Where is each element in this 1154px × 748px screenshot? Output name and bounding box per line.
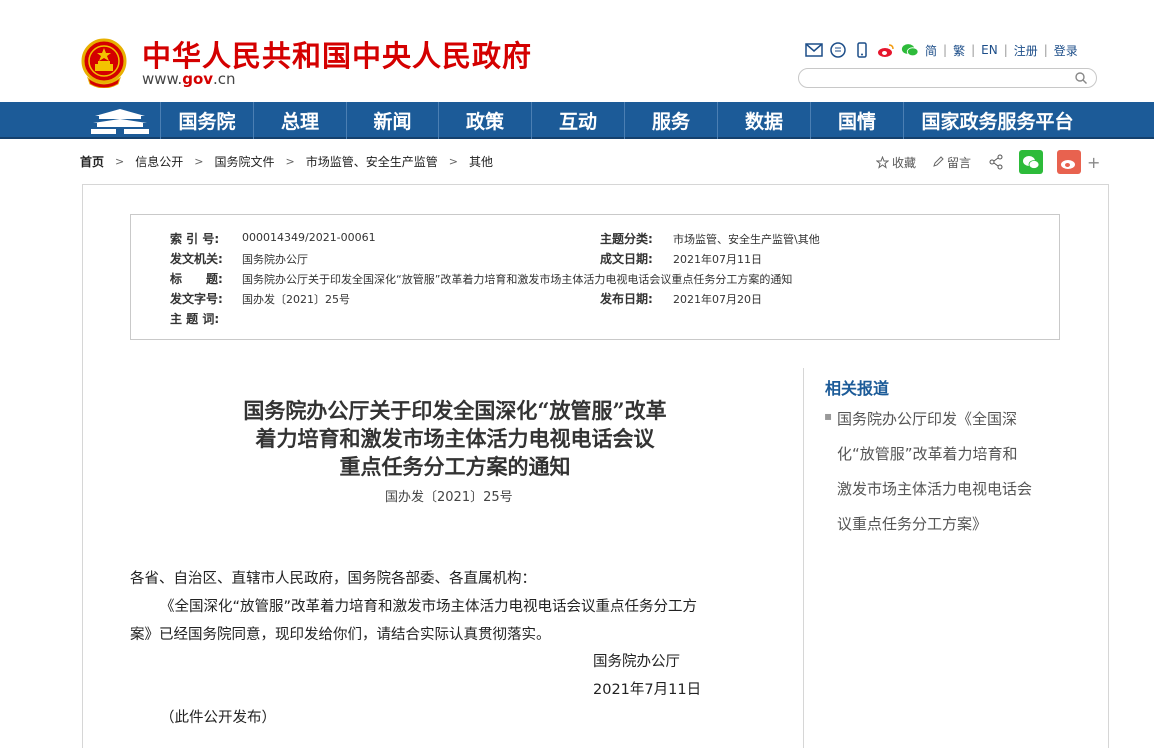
- share-wechat-button[interactable]: [1019, 150, 1044, 174]
- nav-item-premier[interactable]: 总理: [253, 102, 346, 139]
- message-icon[interactable]: [829, 41, 847, 59]
- meta-created-value: 2021年07月11日: [673, 253, 762, 266]
- meta-keywords-label: 主 题 词:: [170, 312, 220, 326]
- more-share-icon[interactable]: +: [1087, 153, 1100, 172]
- meta-index-label: 索 引 号:: [170, 232, 220, 246]
- meta-docno-value: 国办发〔2021〕25号: [242, 293, 350, 306]
- site-title[interactable]: 中华人民共和国中央人民政府: [142, 33, 532, 75]
- chevron-right-icon: >: [115, 154, 125, 168]
- breadcrumb-other[interactable]: 其他: [469, 153, 493, 170]
- comment-button[interactable]: 留言: [932, 154, 971, 171]
- separator: |: [971, 43, 976, 57]
- share-icon: [989, 154, 1003, 170]
- star-icon: [876, 155, 889, 169]
- mail-icon[interactable]: [805, 41, 823, 59]
- nav-item-services[interactable]: 服务: [624, 102, 717, 139]
- login-link[interactable]: 登录: [1054, 42, 1078, 59]
- register-link[interactable]: 注册: [1014, 42, 1038, 59]
- chevron-right-icon: >: [194, 154, 204, 168]
- related-report-link-line: 化“放管服”改革着力培育和: [837, 445, 1018, 463]
- breadcrumb-home[interactable]: 首页: [80, 153, 104, 170]
- meta-published-value: 2021年07月20日: [673, 293, 762, 306]
- meta-topic-label: 主题分类:: [600, 232, 653, 246]
- tiananmen-icon: [91, 108, 149, 134]
- meta-created-label: 成文日期:: [600, 252, 653, 266]
- breadcrumb: 首页 > 信息公开 > 国务院文件 > 市场监管、安全生产监管 > 其他: [80, 152, 493, 170]
- article-doc-number: 国办发〔2021〕25号: [385, 490, 513, 505]
- related-report-link-line: 激发市场主体活力电视电话会: [837, 480, 1033, 498]
- comment-label: 留言: [947, 155, 972, 170]
- nav-home[interactable]: [80, 102, 160, 139]
- meta-published-label: 发布日期:: [600, 292, 653, 306]
- bullet-icon: ▪: [824, 409, 833, 423]
- pencil-icon: [933, 156, 944, 167]
- meta-index-value: 000014349/2021-00061: [242, 231, 376, 244]
- meta-docno-label: 发文字号:: [170, 292, 223, 306]
- sidebar-divider: [803, 368, 804, 748]
- article-title-line: 重点任务分工方案的通知: [339, 454, 571, 479]
- lang-traditional-link[interactable]: 繁: [953, 42, 965, 59]
- nav-item-news[interactable]: 新闻: [346, 102, 438, 139]
- national-emblem-icon[interactable]: [80, 38, 128, 88]
- breadcrumb-info-public[interactable]: 信息公开: [135, 153, 183, 170]
- article-note: （此件公开发布）: [160, 710, 276, 726]
- breadcrumb-market-supervision[interactable]: 市场监管、安全生产监管: [306, 153, 438, 170]
- favorite-button[interactable]: 收藏: [876, 154, 916, 171]
- search-input[interactable]: [809, 70, 1069, 86]
- article-date: 2021年7月11日: [593, 682, 702, 698]
- chevron-right-icon: >: [285, 154, 295, 168]
- separator: |: [943, 43, 948, 57]
- url-gov: gov: [182, 70, 214, 88]
- page-tools: 收藏 留言 +: [876, 149, 1100, 175]
- site-header: 中华人民共和国中央人民政府 www.gov.cn 简 | 繁 | EN | 注册…: [0, 0, 1154, 102]
- meta-issuer-value: 国务院办公厅: [242, 253, 308, 266]
- related-reports-title: 相关报道: [825, 379, 890, 398]
- article-title: 国务院办公厅关于印发全国深化“放管服”改革 着力培育和激发市场主体活力电视电话会…: [185, 397, 725, 481]
- nav-item-state-council[interactable]: 国务院: [160, 102, 253, 139]
- nav-item-data[interactable]: 数据: [717, 102, 810, 139]
- nav-item-service-platform[interactable]: 国家政务服务平台: [903, 102, 1091, 139]
- lang-english-link[interactable]: EN: [981, 43, 998, 57]
- article-salutation: 各省、自治区、直辖市人民政府，国务院各部委、各直属机构：: [130, 571, 536, 587]
- article-title-line: 着力培育和激发市场主体活力电视电话会议: [255, 426, 655, 451]
- nav-items: 国务院 总理 新闻 政策 互动 服务 数据 国情 国家政务服务平台: [160, 102, 1091, 139]
- share-weibo-button[interactable]: [1057, 150, 1082, 174]
- url-prefix: www.: [142, 70, 183, 88]
- separator: |: [1043, 43, 1048, 57]
- search-icon[interactable]: [1074, 71, 1088, 85]
- wechat-icon[interactable]: [901, 41, 919, 59]
- favorite-label: 收藏: [892, 155, 917, 170]
- article-paragraph-line: 《全国深化“放管服”改革着力培育和激发市场主体活力电视电话会议重点任务分工方: [160, 599, 698, 615]
- nav-item-national-info[interactable]: 国情: [810, 102, 903, 139]
- url-suffix: .cn: [213, 70, 236, 88]
- chevron-right-icon: >: [448, 154, 458, 168]
- weibo-icon[interactable]: [877, 41, 895, 59]
- mobile-icon[interactable]: [853, 41, 871, 59]
- nav-item-policy[interactable]: 政策: [438, 102, 531, 139]
- related-report-link-line: 议重点任务分工方案》: [837, 515, 988, 533]
- article-signature: 国务院办公厅: [593, 654, 680, 670]
- meta-title-label: 标 题:: [170, 272, 223, 286]
- meta-topic-value: 市场监管、安全生产监管\其他: [673, 233, 820, 246]
- separator: |: [1003, 43, 1008, 57]
- related-report-link-line: 国务院办公厅印发《全国深: [837, 410, 1018, 428]
- breadcrumb-council-docs[interactable]: 国务院文件: [214, 153, 274, 170]
- wechat-icon: [1023, 155, 1040, 169]
- weibo-icon: [1061, 159, 1076, 169]
- article-paragraph-line: 案》已经国务院同意，现印发给你们，请结合实际认真贯彻落实。: [130, 627, 551, 643]
- nav-item-interaction[interactable]: 互动: [531, 102, 624, 139]
- search-box: [798, 68, 1097, 88]
- share-button[interactable]: [987, 150, 1005, 174]
- meta-issuer-label: 发文机关:: [170, 252, 223, 266]
- top-links: 简 | 繁 | EN | 注册 | 登录: [805, 40, 1078, 60]
- site-url[interactable]: www.gov.cn: [142, 70, 236, 88]
- main-nav: 国务院 总理 新闻 政策 互动 服务 数据 国情 国家政务服务平台: [0, 102, 1154, 139]
- lang-simplified-link[interactable]: 简: [925, 42, 937, 59]
- article-title-line: 国务院办公厅关于印发全国深化“放管服”改革: [243, 398, 667, 423]
- meta-title-value: 国务院办公厅关于印发全国深化“放管服”改革着力培育和激发市场主体活力电视电话会议…: [242, 273, 793, 286]
